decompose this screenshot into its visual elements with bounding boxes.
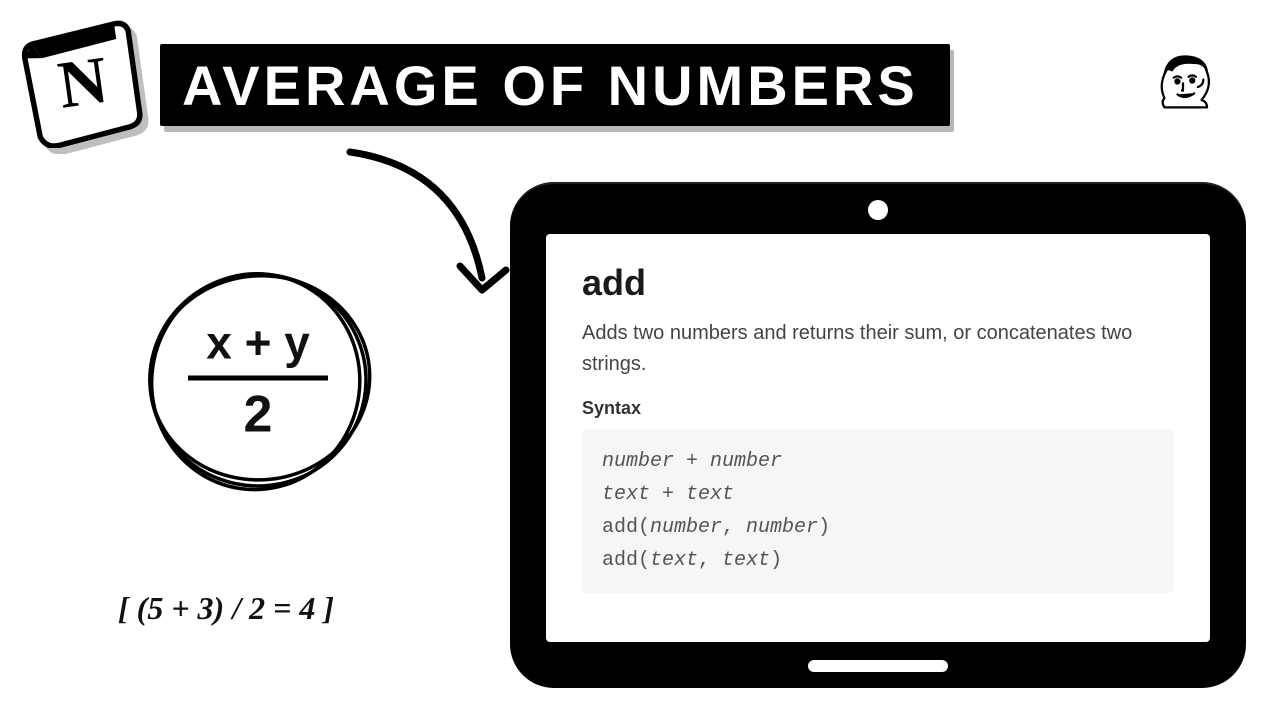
code-token: text — [650, 549, 698, 572]
code-token: add( — [602, 516, 650, 539]
syntax-label: Syntax — [582, 398, 1174, 419]
formula-denominator: 2 — [188, 381, 328, 445]
tablet-screen: add Adds two numbers and returns their s… — [546, 234, 1210, 642]
page-title: AVERAGE OF NUMBERS — [160, 44, 950, 126]
code-token: text — [686, 483, 734, 506]
doc-heading: add — [582, 262, 1174, 304]
code-token: number — [746, 516, 818, 539]
code-token: number — [602, 450, 674, 473]
code-token: + — [674, 450, 710, 473]
code-token: + — [650, 483, 686, 506]
svg-text:N: N — [54, 42, 112, 123]
code-line: number + number — [602, 445, 1154, 478]
code-token: text — [722, 549, 770, 572]
tablet-frame: add Adds two numbers and returns their s… — [510, 182, 1246, 688]
tablet-home-icon — [808, 660, 948, 672]
code-line: add(text, text) — [602, 544, 1154, 577]
syntax-code-block: number + number text + text add(number, … — [582, 429, 1174, 593]
formula-numerator: x + y — [188, 316, 328, 376]
example-equation: [ (5 + 3) / 2 = 4 ] — [118, 590, 334, 627]
code-token: ) — [818, 516, 830, 539]
code-token: number — [710, 450, 782, 473]
doc-description: Adds two numbers and returns their sum, … — [582, 318, 1174, 380]
code-token: , — [698, 549, 722, 572]
formula: x + y 2 — [188, 316, 328, 445]
formula-circle: x + y 2 — [138, 260, 378, 500]
code-token: , — [722, 516, 746, 539]
tablet-camera-icon — [868, 200, 888, 220]
notion-logo-icon: N — [18, 18, 148, 148]
code-line: add(number, number) — [602, 511, 1154, 544]
avatar — [1146, 50, 1220, 124]
code-token: ) — [770, 549, 782, 572]
code-line: text + text — [602, 478, 1154, 511]
code-token: text — [602, 483, 650, 506]
code-token: add( — [602, 549, 650, 572]
code-token: number — [650, 516, 722, 539]
page-title-text: AVERAGE OF NUMBERS — [182, 53, 919, 118]
